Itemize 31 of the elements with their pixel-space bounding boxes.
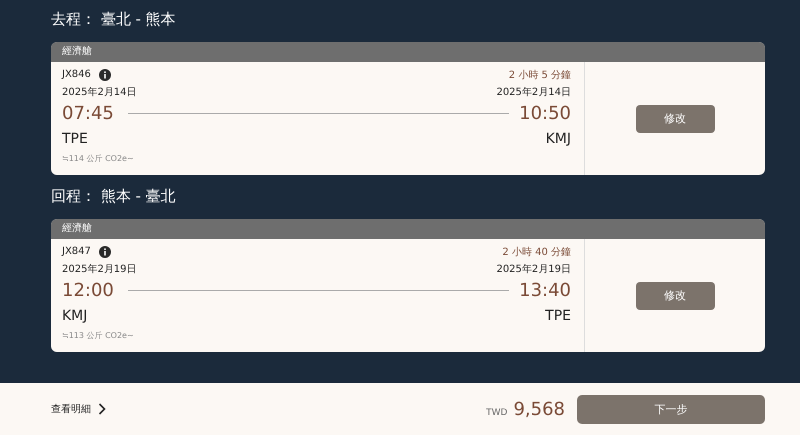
departure-date: 2025年2月14日 [62, 86, 137, 98]
departure-airport: TPE [62, 131, 88, 147]
next-step-button[interactable]: 下一步 [577, 394, 765, 424]
emission-note: ≒114 公斤 CO2e~ [62, 153, 135, 164]
arrival-airport: TPE [545, 308, 571, 324]
currency-label: TWD [486, 408, 508, 418]
info-icon[interactable] [98, 246, 111, 258]
cabin-header: 經濟艙 [51, 219, 765, 239]
arrival-time: 10:50 [519, 103, 571, 124]
arrival-date: 2025年2月19日 [496, 262, 571, 276]
route-heading: 去程： 臺北 - 熊本 [51, 9, 177, 30]
arrival-time: 13:40 [519, 280, 571, 301]
arrival-date: 2025年2月14日 [496, 86, 571, 98]
departure-time: 12:00 [62, 280, 114, 301]
modify-button[interactable]: 修改 [636, 282, 714, 310]
cabin-header: 經濟艙 [51, 42, 765, 62]
modify-button[interactable]: 修改 [636, 104, 714, 132]
departure-time: 07:45 [62, 103, 114, 124]
route-heading: 回程： 熊本 - 臺北 [51, 186, 177, 207]
flight-number: JX846 [62, 69, 91, 80]
departure-airport: KMJ [62, 308, 88, 324]
flight-duration: 2 小時 40 分鐘 [502, 246, 571, 258]
chevron-right-icon [98, 403, 106, 415]
emission-note: ≒113 公斤 CO2e~ [62, 330, 135, 341]
details-link[interactable]: 查看明細 [51, 402, 106, 416]
total-price: 9,568 [513, 398, 565, 420]
departure-date: 2025年2月19日 [62, 262, 137, 276]
info-icon[interactable] [98, 68, 111, 80]
arrival-airport: KMJ [546, 131, 571, 147]
flight-number: JX847 [62, 246, 91, 257]
flight-duration: 2 小時 5 分鐘 [508, 68, 571, 82]
